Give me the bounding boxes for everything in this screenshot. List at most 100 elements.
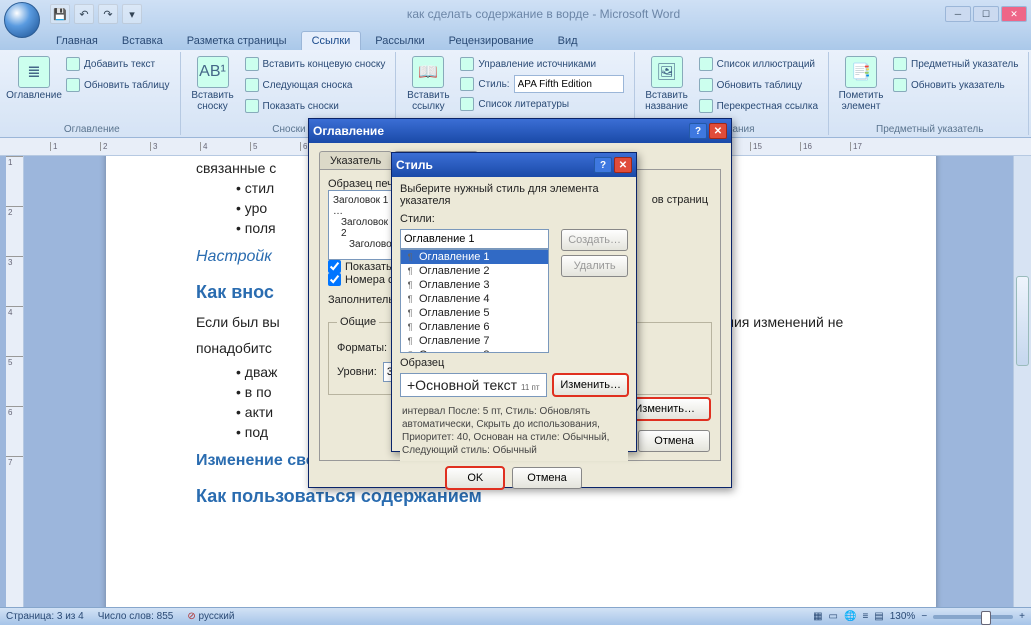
sample-preview: +Основной текст11 пт [400, 373, 547, 397]
tab-index[interactable]: Указатель [319, 151, 392, 170]
vertical-ruler[interactable]: 1234567 [6, 156, 24, 607]
citation-style-row: Стиль: [456, 75, 627, 93]
instruction-text: Выберите нужный стиль для элемента указа… [400, 183, 628, 207]
next-footnote-button[interactable]: Следующая сноска [241, 75, 390, 95]
tab-home[interactable]: Главная [46, 32, 108, 50]
cancel-button[interactable]: Отмена [638, 430, 710, 452]
style-name-input[interactable] [400, 229, 549, 249]
mark-entry-button[interactable]: 📑Пометить элемент [837, 54, 885, 121]
office-button[interactable] [4, 2, 40, 38]
window-title: как сделать содержание в ворде - Microso… [142, 7, 945, 21]
paragraph-icon: ¶ [405, 252, 415, 262]
maximize-button[interactable]: ☐ [973, 6, 999, 22]
insert-index-button[interactable]: Предметный указатель [889, 54, 1022, 74]
language-indicator[interactable]: ⊘ русский [187, 611, 234, 622]
tab-page-layout[interactable]: Разметка страницы [177, 32, 297, 50]
toc-icon: ≣ [18, 56, 50, 88]
tab-references[interactable]: Ссылки [301, 31, 362, 50]
redo-icon[interactable]: ↷ [98, 4, 118, 24]
styles-label: Стили: [400, 213, 628, 225]
update-table-button[interactable]: Обновить таблицу [62, 75, 174, 95]
tab-insert[interactable]: Вставка [112, 32, 173, 50]
bibliography-button[interactable]: Список литературы [456, 94, 627, 114]
minimize-button[interactable]: ─ [945, 6, 971, 22]
ok-button[interactable]: OK [446, 467, 504, 489]
cancel-button[interactable]: Отмена [512, 467, 581, 489]
list-item: ¶Оглавление 2 [401, 264, 548, 278]
dialog-title: Оглавление [313, 124, 384, 138]
help-icon[interactable]: ? [689, 123, 707, 139]
insert-citation-button[interactable]: 📖Вставить ссылку [404, 54, 452, 121]
help-icon[interactable]: ? [594, 157, 612, 173]
zoom-level[interactable]: 130% [890, 611, 916, 622]
dialog-title-bar[interactable]: Оглавление ?✕ [309, 119, 731, 143]
status-bar: Страница: 3 из 4 Число слов: 855 ⊘ русск… [0, 607, 1031, 625]
dialog-title: Стиль [396, 158, 433, 172]
modify-button[interactable]: Изменить… [553, 374, 628, 396]
general-legend: Общие [337, 316, 379, 328]
group-index: 📑Пометить элемент Предметный указатель О… [831, 52, 1029, 135]
view-web-icon[interactable]: 🌐 [844, 611, 856, 622]
footnote-icon: AB¹ [197, 56, 229, 88]
group-toc: ≣Оглавление Добавить текст Обновить табл… [4, 52, 181, 135]
list-item: ¶Оглавление 4 [401, 292, 548, 306]
zoom-slider[interactable] [933, 615, 1013, 619]
update-index-button[interactable]: Обновить указатель [889, 75, 1022, 95]
quick-access-toolbar: 💾 ↶ ↷ ▾ [50, 4, 142, 24]
group-label: Оглавление [4, 124, 180, 135]
ribbon-tabs: Главная Вставка Разметка страницы Ссылки… [0, 28, 1031, 50]
delete-button: Удалить [561, 255, 628, 277]
scrollbar-thumb[interactable] [1016, 276, 1029, 366]
tab-mailings[interactable]: Рассылки [365, 32, 434, 50]
insert-caption-button[interactable]: 🖼Вставить название [643, 54, 691, 121]
citation-icon: 📖 [412, 56, 444, 88]
zoom-out-icon[interactable]: − [921, 611, 927, 622]
list-item: ¶Оглавление 8 [401, 348, 548, 353]
print-preview: Заголовок 1 … Заголовок 2 Заголово [328, 190, 398, 260]
tab-view[interactable]: Вид [548, 32, 588, 50]
refresh-icon [66, 78, 80, 92]
qat-dropdown-icon[interactable]: ▾ [122, 4, 142, 24]
zoom-in-icon[interactable]: + [1019, 611, 1025, 622]
title-bar: 💾 ↶ ↷ ▾ как сделать содержание в ворде -… [0, 0, 1031, 28]
update-table2-button[interactable]: Обновить таблицу [695, 75, 822, 95]
list-item: ¶Оглавление 6 [401, 320, 548, 334]
tab-review[interactable]: Рецензирование [439, 32, 544, 50]
list-item: ¶Оглавление 5 [401, 306, 548, 320]
style-listbox[interactable]: ¶Оглавление 1 ¶Оглавление 2 ¶Оглавление … [400, 249, 549, 353]
table-figures-button[interactable]: Список иллюстраций [695, 54, 822, 74]
leader-label: Заполнитель: [328, 294, 397, 306]
word-count[interactable]: Число слов: 855 [98, 611, 174, 622]
cross-reference-button[interactable]: Перекрестная ссылка [695, 96, 822, 116]
pages-label: ов страниц [652, 194, 708, 206]
dialog-title-bar[interactable]: Стиль ?✕ [392, 153, 636, 177]
caption-icon: 🖼 [651, 56, 683, 88]
close-button[interactable]: ✕ [1001, 6, 1027, 22]
view-outline-icon[interactable]: ≡ [862, 611, 868, 622]
list-item: ¶Оглавление 1 [401, 250, 548, 264]
list-item: ¶Оглавление 7 [401, 334, 548, 348]
close-icon[interactable]: ✕ [709, 123, 727, 139]
dialog-style: Стиль ?✕ Выберите нужный стиль для элеме… [391, 152, 637, 452]
save-icon[interactable]: 💾 [50, 4, 70, 24]
vertical-scrollbar[interactable] [1013, 156, 1031, 607]
page-indicator[interactable]: Страница: 3 из 4 [6, 611, 84, 622]
toc-button[interactable]: ≣Оглавление [10, 54, 58, 121]
insert-footnote-button[interactable]: AB¹Вставить сноску [189, 54, 237, 121]
formats-label: Форматы: [337, 342, 387, 354]
show-notes-button[interactable]: Показать сноски [241, 96, 390, 116]
insert-endnote-button[interactable]: Вставить концевую сноску [241, 54, 390, 74]
add-text-button[interactable]: Добавить текст [62, 54, 174, 74]
view-full-screen-icon[interactable]: ▭ [829, 611, 838, 622]
view-draft-icon[interactable]: ▤ [874, 611, 883, 622]
sample-label: Образец [400, 357, 628, 369]
close-icon[interactable]: ✕ [614, 157, 632, 173]
view-print-layout-icon[interactable]: ▦ [813, 611, 822, 622]
undo-icon[interactable]: ↶ [74, 4, 94, 24]
mark-icon: 📑 [845, 56, 877, 88]
plus-icon [66, 57, 80, 71]
create-button: Создать… [561, 229, 628, 251]
citation-style-select[interactable] [514, 75, 624, 93]
group-label: Предметный указатель [831, 124, 1028, 135]
manage-sources-button[interactable]: Управление источниками [456, 54, 627, 74]
